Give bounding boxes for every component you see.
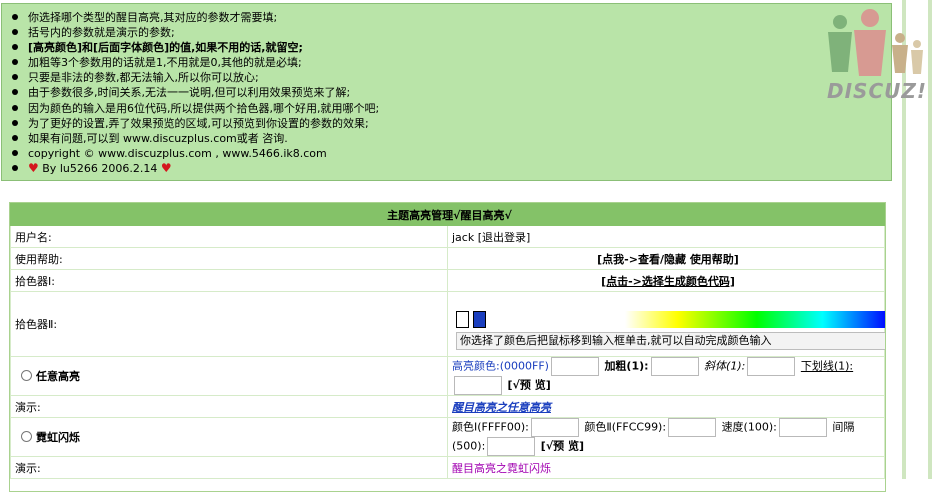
table-row: 用户名: jack [退出登录] [10,225,885,248]
discuz-logo: DISCUZ! [818,8,928,108]
username-value[interactable]: jack [退出登录] [447,225,885,248]
bullet-icon [12,14,18,20]
bullet-icon [12,119,18,126]
underline-input[interactable] [454,376,502,395]
list-item: 加粗等3个参数用的话就是1,不用就是0,其他的就是必填; [12,55,891,70]
color-spectrum[interactable] [625,311,885,328]
table-row: 霓虹闪烁 颜色Ⅰ(FFFF00): 颜色Ⅱ(FFCC99): 速度(100): … [10,417,885,457]
demo-text-neon: 醒目高亮之霓虹闪烁 [452,461,551,475]
color1-label: 颜色Ⅰ(FFFF00): [452,420,529,434]
bullet-icon [12,164,18,171]
color2-label: 颜色Ⅱ(FFCC99): [584,420,667,434]
bold-label: 加粗(1): [604,359,649,373]
row-label: 用户名: [10,225,448,248]
bullet-icon [12,74,18,81]
logo-text: DISCUZ! [827,79,927,103]
row-label: 拾色器Ⅰ: [10,269,448,292]
preview-button[interactable]: [√预 览] [541,440,584,453]
speed-label: 速度(100): [721,420,777,434]
bullet-icon [12,29,18,36]
right-border-stripe [928,0,932,479]
table-row: 拾色器Ⅱ: 你选择了颜色后把鼠标移到输入框单击,就可以自动完成颜色输入 [10,291,885,357]
row-label: 使用帮助: [10,247,448,270]
list-item: 为了更好的设置,弄了效果预览的区域,可以预览到你设置的参数的效果; [12,116,891,131]
row-label: 演示: [10,395,448,418]
mode-radio-any[interactable] [21,370,32,381]
picker-hint: 你选择了颜色后把鼠标移到输入框单击,就可以自动完成颜色输入 [456,332,885,350]
row-label: 演示: [10,456,448,479]
bullet-icon [12,59,18,66]
table-row: 使用帮助: [点我->查看/隐藏 使用帮助] [10,247,885,270]
color2-input[interactable] [668,418,717,437]
list-item: 因为颜色的输入是用6位代码,所以提供两个拾色器,哪个好用,就用哪个吧; [12,101,891,116]
table-row: 演示: 醒目高亮之任意高亮 [10,395,885,418]
signature-line: ♥ By lu5266 2006.2.14 ♥ [12,161,891,176]
list-item: copyright © www.discuzplus.com , www.546… [12,146,891,161]
mode-radio-neon[interactable] [21,431,32,442]
panel-title: 主题高亮管理√醒目高亮√ [10,203,885,226]
underline-label: 下划线(1): [800,359,854,373]
table-row: 任意高亮 高亮颜色:(0000FF) 加粗(1): 斜体(1): 下划线(1):… [10,356,885,396]
interval-input[interactable] [487,437,536,456]
row-label: 拾色器Ⅱ: [10,291,448,357]
current-color-swatch [456,311,469,328]
settings-table: 主题高亮管理√醒目高亮√ 用户名: jack [退出登录] 使用帮助: [点我-… [10,203,885,479]
mode-label: 任意高亮 [36,370,80,383]
color-picker-link[interactable]: [点击->选择生成颜色代码] [601,275,735,288]
list-item: 如果有问题,可以到 www.discuzplus.com或者 咨询. [12,131,891,146]
bullet-icon [12,89,18,96]
mode-label: 霓虹闪烁 [36,431,80,444]
highlight-color-input[interactable] [550,357,599,376]
list-item: 你选择哪个类型的醒目高亮,其对应的参数才需要填; [12,10,891,25]
highlight-color-label: 高亮颜色:(0000FF) [452,359,549,373]
table-row: 演示: 醒目高亮之霓虹闪烁 [10,456,885,479]
instructions-list: 你选择哪个类型的醒目高亮,其对应的参数才需要填; 括号内的参数就是演示的参数; … [12,10,891,176]
people-icon [828,9,923,76]
panel-header: 主题高亮管理√醒目高亮√ [10,203,885,226]
table-row: 拾色器Ⅰ: [点击->选择生成颜色代码] [10,269,885,292]
list-item: 只要是非法的参数,都无法输入,所以你可以放心; [12,70,891,85]
heart-icon: ♥ [160,160,172,175]
bullet-icon [12,149,18,156]
bullet-icon [12,44,18,51]
highlight-panel: 主题高亮管理√醒目高亮√ 用户名: jack [退出登录] 使用帮助: [点我-… [9,202,886,492]
preview-button[interactable]: [√预 览] [508,379,551,392]
demo-text-any: 醒目高亮之任意高亮 [452,400,551,414]
italic-input[interactable] [747,357,796,376]
bullet-icon [12,104,18,111]
heart-icon: ♥ [28,160,39,175]
selected-color-swatch [473,311,486,328]
speed-input[interactable] [778,418,827,437]
list-item: 由于参数很多,时间关系,无法一一说明,但可以利用效果预览来了解; [12,85,891,100]
bold-input[interactable] [650,357,699,376]
list-item: 括号内的参数就是演示的参数; [12,25,891,40]
bullet-icon [12,134,18,141]
color1-input[interactable] [530,418,579,437]
list-item: [高亮颜色]和[后面字体颜色]的值,如果不用的话,就留空; [12,40,891,55]
instructions-notice: 你选择哪个类型的醒目高亮,其对应的参数才需要填; 括号内的参数就是演示的参数; … [1,3,892,181]
help-toggle-link[interactable]: [点我->查看/隐藏 使用帮助] [447,247,885,270]
color-picker-2: 你选择了颜色后把鼠标移到输入框单击,就可以自动完成颜色输入 [452,292,885,356]
italic-label: 斜体(1): [704,359,746,373]
